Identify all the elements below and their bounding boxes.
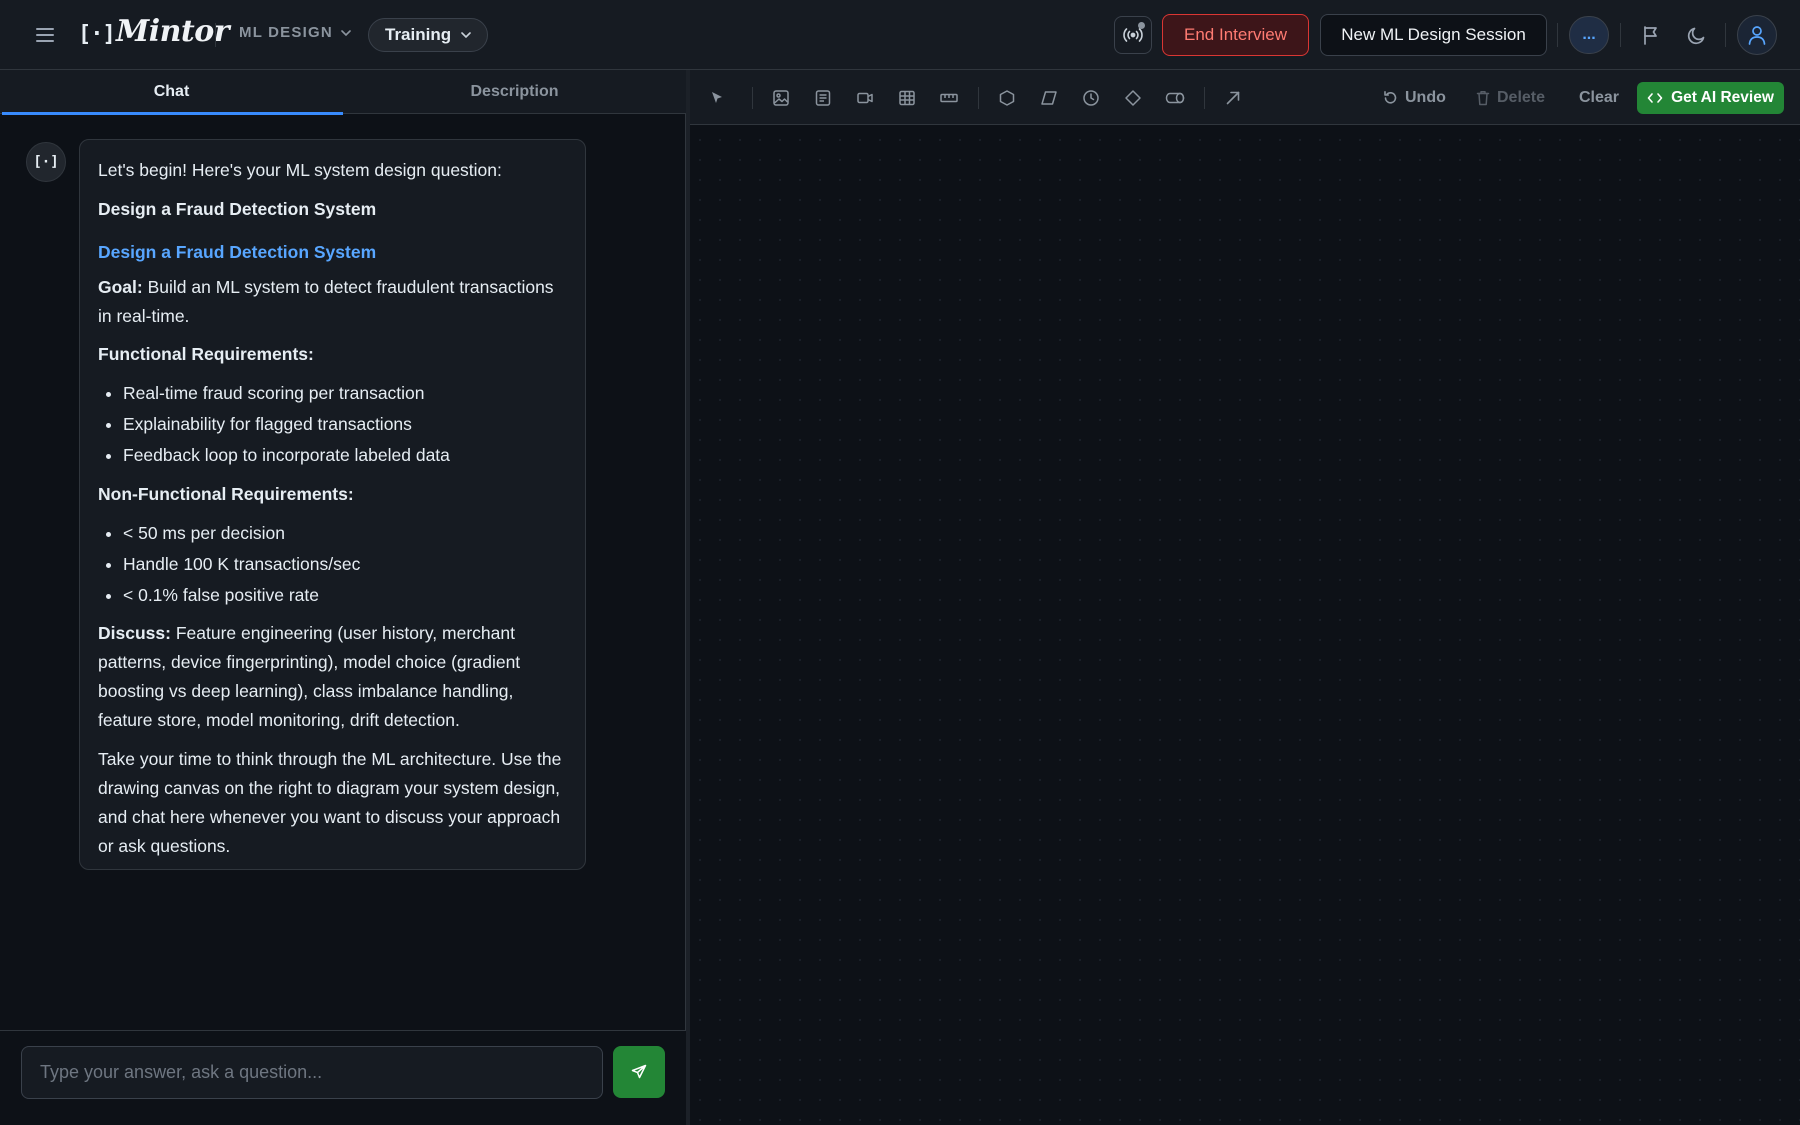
toolbar-divider — [978, 87, 979, 109]
video-icon[interactable] — [850, 83, 880, 113]
text-icon[interactable] — [808, 83, 838, 113]
training-dropdown[interactable]: Training — [368, 18, 489, 52]
chat-input-area — [0, 1030, 686, 1125]
tab-chat[interactable]: Chat — [0, 70, 343, 115]
chat-input[interactable] — [21, 1046, 603, 1099]
user-avatar-button[interactable] — [1737, 15, 1777, 55]
trash-icon — [1476, 90, 1490, 106]
cylinder-icon[interactable] — [1160, 83, 1190, 113]
assistant-message: Let's begin! Here's your ML system desig… — [79, 139, 586, 870]
panel-tabs: Chat Description — [0, 70, 686, 115]
discuss-paragraph: Discuss: Feature engineering (user histo… — [98, 619, 567, 735]
divider — [1620, 23, 1621, 47]
list-item: Handle 100 K transactions/sec — [123, 549, 567, 580]
divider — [1557, 23, 1558, 47]
table-icon[interactable] — [892, 83, 922, 113]
chat-panel: Chat Description [·] Let's begin! Here's… — [0, 70, 686, 1125]
discuss-label: Discuss: — [98, 623, 171, 643]
flag-icon[interactable] — [1636, 20, 1666, 50]
list-item: < 50 ms per decision — [123, 518, 567, 549]
toolbar-divider — [752, 87, 753, 109]
list-item: Real-time fraud scoring per transaction — [123, 378, 567, 409]
goal-label: Goal: — [98, 277, 143, 297]
diamond-icon[interactable] — [1118, 83, 1148, 113]
delete-button[interactable]: Delete — [1476, 83, 1545, 113]
list-item: Explainability for flagged transactions — [123, 409, 567, 440]
list-item: Feedback loop to incorporate labeled dat… — [123, 440, 567, 471]
select-icon[interactable] — [702, 83, 732, 113]
nonfunctional-heading: Non-Functional Requirements: — [98, 484, 354, 504]
brand-logo[interactable]: Mintor — [116, 14, 230, 49]
more-button[interactable]: ... — [1569, 16, 1609, 54]
status-dot — [1138, 22, 1145, 29]
functional-heading: Functional Requirements: — [98, 344, 314, 364]
clock-icon[interactable] — [1076, 83, 1106, 113]
tab-description[interactable]: Description — [343, 70, 686, 114]
closing-paragraph: Take your time to think through the ML a… — [98, 749, 562, 856]
send-button[interactable] — [613, 1046, 665, 1098]
new-session-button[interactable]: New ML Design Session — [1320, 14, 1547, 56]
training-dropdown-label: Training — [385, 25, 452, 44]
moon-icon[interactable] — [1682, 20, 1712, 50]
mode-dropdown-label: ML DESIGN — [239, 24, 333, 41]
bot-avatar: [·] — [26, 142, 66, 182]
logo-mark: [·] — [78, 22, 116, 47]
code-icon — [1647, 92, 1663, 104]
goal-paragraph: Goal: Build an ML system to detect fraud… — [98, 273, 567, 331]
get-ai-review-button[interactable]: Get AI Review — [1637, 82, 1784, 114]
hexagon-icon[interactable] — [992, 83, 1022, 113]
goal-text: Build an ML system to detect fraudulent … — [98, 277, 554, 326]
drawing-canvas[interactable] — [690, 125, 1800, 1125]
undo-button[interactable]: Undo — [1382, 83, 1446, 113]
divider — [215, 23, 216, 47]
end-interview-button[interactable]: End Interview — [1162, 14, 1309, 56]
message-intro: Let's begin! Here's your ML system desig… — [98, 160, 502, 180]
mode-dropdown[interactable]: ML DESIGN — [239, 24, 351, 41]
divider — [1725, 23, 1726, 47]
question-link[interactable]: Design a Fraud Detection System — [98, 238, 567, 267]
parallelogram-icon[interactable] — [1034, 83, 1064, 113]
question-title: Design a Fraud Detection System — [98, 199, 377, 219]
undo-icon — [1382, 90, 1398, 106]
chevron-down-icon — [341, 29, 351, 36]
toolbar-divider — [1204, 87, 1205, 109]
get-ai-review-label: Get AI Review — [1671, 89, 1774, 106]
menu-icon[interactable] — [30, 20, 60, 50]
functional-list: Real-time fraud scoring per transaction … — [98, 378, 567, 471]
image-icon[interactable] — [766, 83, 796, 113]
send-icon — [631, 1064, 647, 1080]
broadcast-icon — [1122, 27, 1144, 43]
nonfunctional-list: < 50 ms per decision Handle 100 K transa… — [98, 518, 567, 611]
drawing-canvas-panel: Undo Delete Clear Get AI Review — [690, 70, 1800, 1125]
undo-label: Undo — [1405, 89, 1446, 106]
ruler-icon[interactable] — [934, 83, 964, 113]
top-bar: [·] Mintor ML DESIGN Training End Interv… — [0, 0, 1800, 70]
chevron-down-icon — [461, 32, 471, 38]
canvas-toolbar: Undo Delete Clear Get AI Review — [690, 70, 1800, 125]
list-item: < 0.1% false positive rate — [123, 580, 567, 611]
user-icon — [1748, 25, 1766, 45]
arrow-icon[interactable] — [1218, 83, 1248, 113]
broadcast-button[interactable] — [1114, 16, 1152, 54]
clear-button[interactable]: Clear — [1579, 83, 1619, 113]
delete-label: Delete — [1497, 89, 1546, 106]
